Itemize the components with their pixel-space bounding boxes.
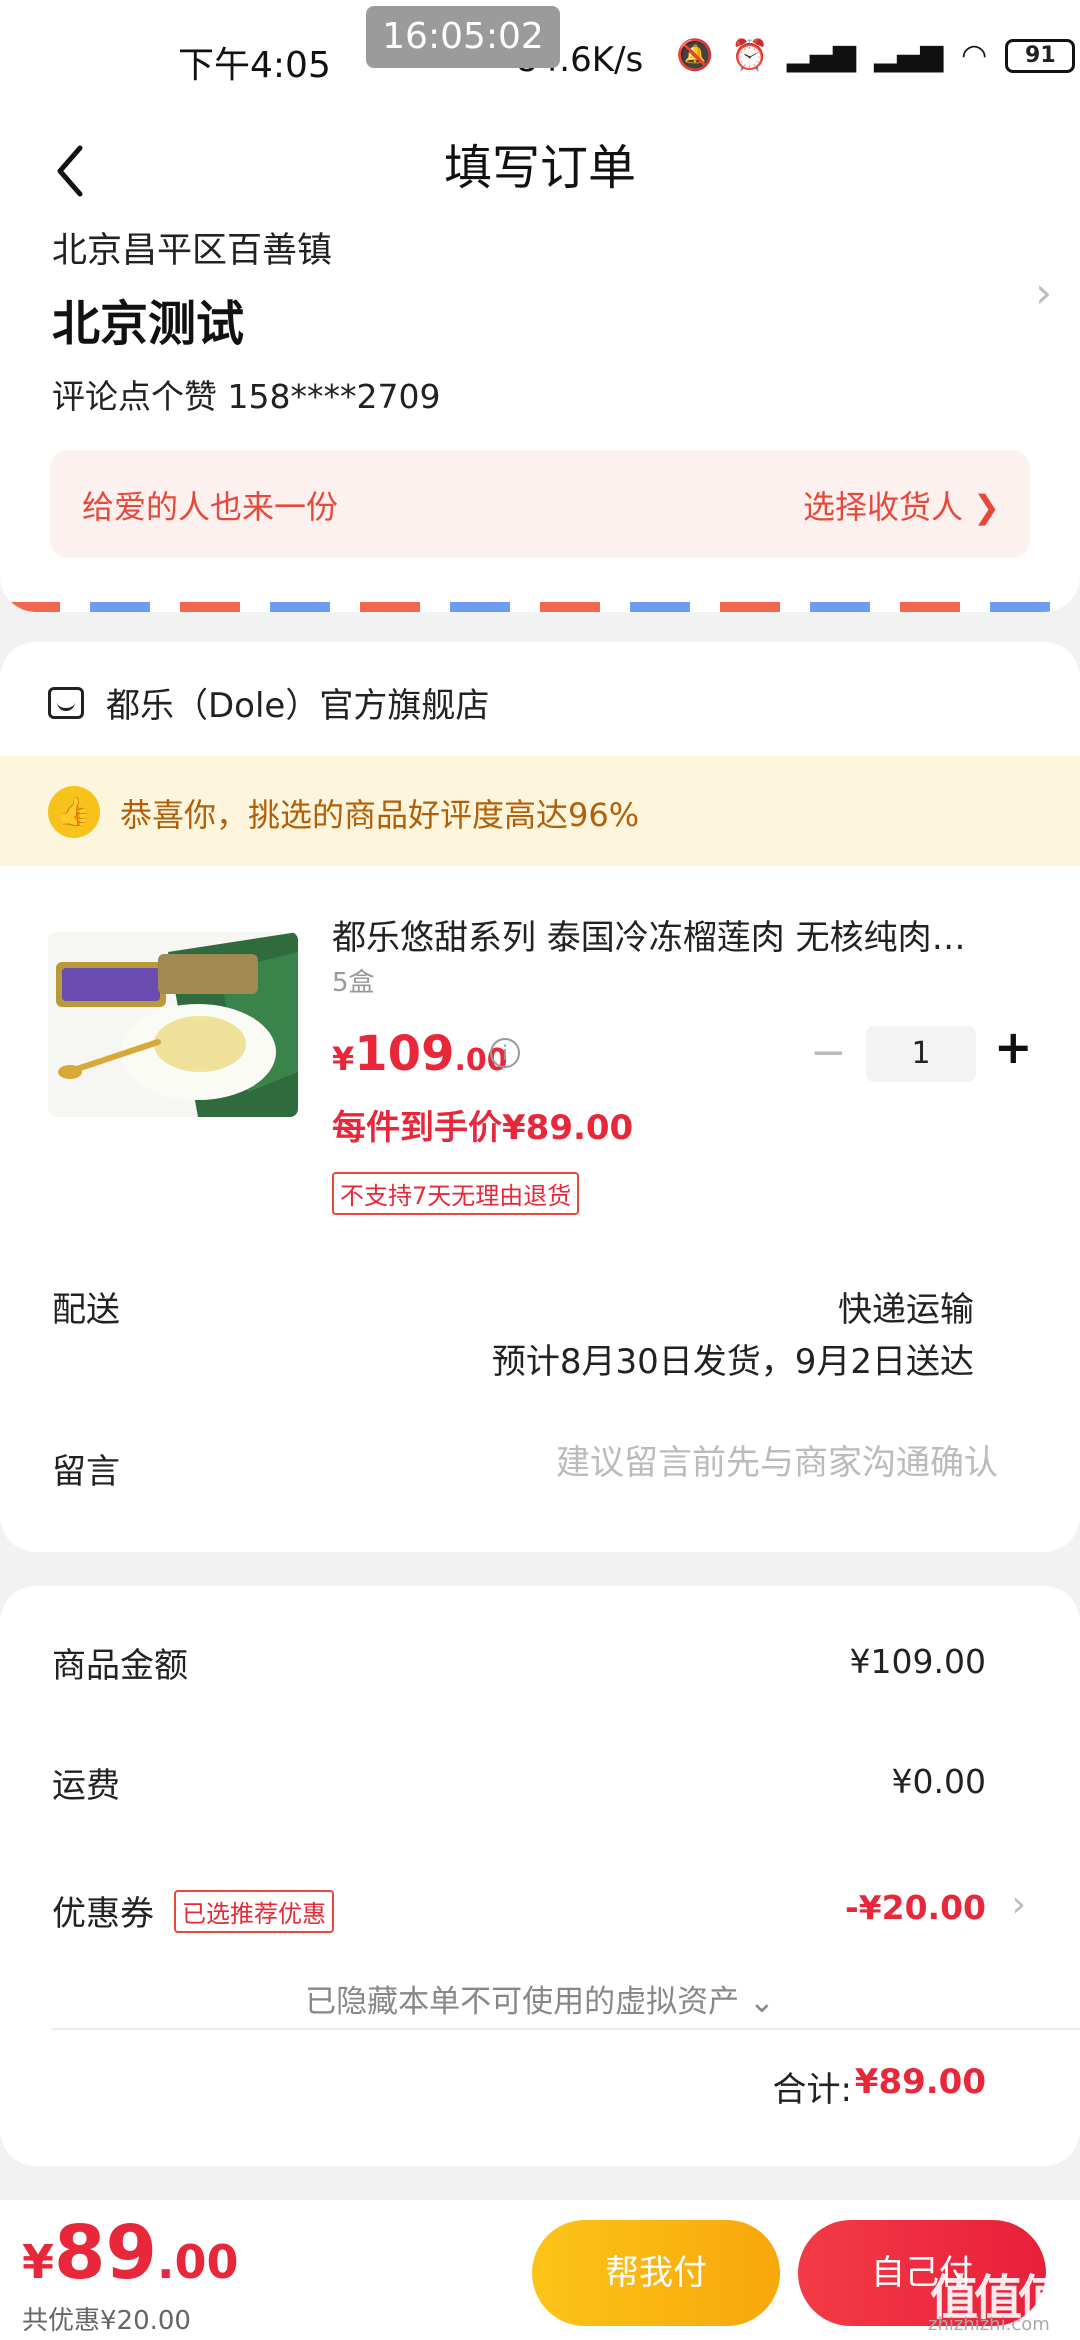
quantity-decrease-button[interactable]: −	[810, 1031, 847, 1075]
checkout-currency: ¥	[22, 2235, 55, 2289]
shipping-eta: 预计8月30日发货，9月2日送达	[491, 1342, 974, 1382]
chevron-right-icon[interactable]: ›	[1035, 268, 1052, 317]
price-integer: 109	[354, 1026, 455, 1082]
wifi-icon: ◠	[961, 38, 988, 73]
shipping-method[interactable]: 快递运输	[838, 1282, 974, 1331]
gift-bar[interactable]: 给爱的人也来一份 选择收货人 ❯	[50, 450, 1030, 558]
signal-hd-icon: ▂▄▆	[786, 38, 856, 73]
checkout-bar: ¥89.00 共优惠¥20.00 帮我付 自己付	[0, 2200, 1080, 2340]
address-detail: 北京测试	[52, 296, 245, 352]
store-card: 都乐（Dole）官方旗舰店 👍 恭喜你，挑选的商品好评度高达96% 都乐悠甜系列…	[0, 642, 1080, 1552]
message-label: 留言	[52, 1452, 120, 1492]
goods-amount-label: 商品金额	[52, 1646, 188, 1686]
shipping-label: 配送	[52, 1290, 120, 1330]
chevron-right-icon[interactable]: ›	[1012, 1884, 1026, 1925]
product-spec: 5盒	[332, 968, 375, 998]
price-summary-card: 商品金额 ¥109.00 运费 ¥0.00 优惠券 已选推荐优惠 -¥20.00…	[0, 1586, 1080, 2166]
mute-icon: 🔕	[676, 38, 714, 73]
final-unit-price: 每件到手价¥89.00	[332, 1108, 634, 1148]
freight-value: ¥0.00	[891, 1762, 986, 1801]
price-currency: ¥	[332, 1040, 355, 1078]
choose-recipient-link[interactable]: 选择收货人 ❯	[803, 482, 1000, 528]
screen-record-time: 16:05:02	[366, 6, 560, 68]
store-name: 都乐（Dole）官方旗舰店	[106, 686, 490, 726]
total-value: ¥89.00	[854, 2062, 986, 2102]
coupon-label: 优惠券	[52, 1894, 154, 1934]
checkout-price: ¥89.00	[22, 2210, 239, 2296]
watermark-site: zhizhizhi.com	[928, 2314, 1050, 2335]
page-title: 填写订单	[443, 140, 636, 196]
store-icon	[48, 686, 84, 719]
message-input[interactable]	[420, 1438, 998, 1488]
signal-hd-icon: ▂▄▆	[873, 38, 944, 73]
promo-banner: 👍 恭喜你，挑选的商品好评度高达96%	[0, 756, 1080, 866]
coupon-value[interactable]: -¥20.00	[845, 1888, 986, 1927]
divider	[52, 2028, 1080, 2030]
quantity-increase-button[interactable]: +	[994, 1020, 1033, 1074]
promo-text: 恭喜你，挑选的商品好评度高达96%	[120, 796, 640, 834]
checkout-price-integer: 89	[54, 2210, 157, 2296]
return-policy-tag: 不支持7天无理由退货	[332, 1172, 580, 1215]
store-header[interactable]: 都乐（Dole）官方旗舰店	[48, 678, 489, 727]
product-price: ¥109.00	[332, 1026, 508, 1082]
gift-text: 给爱的人也来一份	[82, 488, 339, 526]
product-title[interactable]: 都乐悠甜系列 泰国冷冻榴莲肉 无核纯肉…	[332, 910, 1012, 959]
quantity-field[interactable]: 1	[866, 1026, 976, 1082]
total-discount: 共优惠¥20.00	[22, 2306, 191, 2336]
thumbs-up-icon: 👍	[48, 786, 100, 838]
status-bar: 下午4:05 84.6K/s 16:05:02 🔕 ⏰ ▂▄▆ ▂▄▆ ◠ 91	[0, 0, 1080, 118]
total-label: 合计:	[772, 2070, 852, 2110]
product-image[interactable]	[48, 932, 298, 1117]
help-me-pay-button[interactable]: 帮我付	[532, 2220, 780, 2326]
airmail-border	[0, 602, 1080, 612]
hidden-assets-toggle[interactable]: 已隐藏本单不可使用的虚拟资产 ⌄	[0, 1976, 1080, 2021]
goods-amount-value: ¥109.00	[849, 1642, 986, 1681]
coupon-tag: 已选推荐优惠	[174, 1890, 334, 1933]
freight-label: 运费	[52, 1766, 120, 1806]
status-time: 下午4:05	[178, 45, 331, 86]
status-icons: 🔕 ⏰ ▂▄▆ ▂▄▆ ◠ 91	[676, 38, 1076, 73]
address-card[interactable]: 北京昌平区百善镇 北京测试 评论点个赞 158****2709 › 给爱的人也来…	[0, 212, 1080, 612]
checkout-price-decimal: .00	[157, 2235, 239, 2289]
alarm-icon: ⏰	[731, 38, 769, 73]
battery-icon: 91	[1005, 38, 1076, 73]
address-region: 北京昌平区百善镇	[52, 231, 333, 271]
info-icon[interactable]: i	[490, 1038, 520, 1068]
recipient-contact: 评论点个赞 158****2709	[52, 377, 441, 416]
